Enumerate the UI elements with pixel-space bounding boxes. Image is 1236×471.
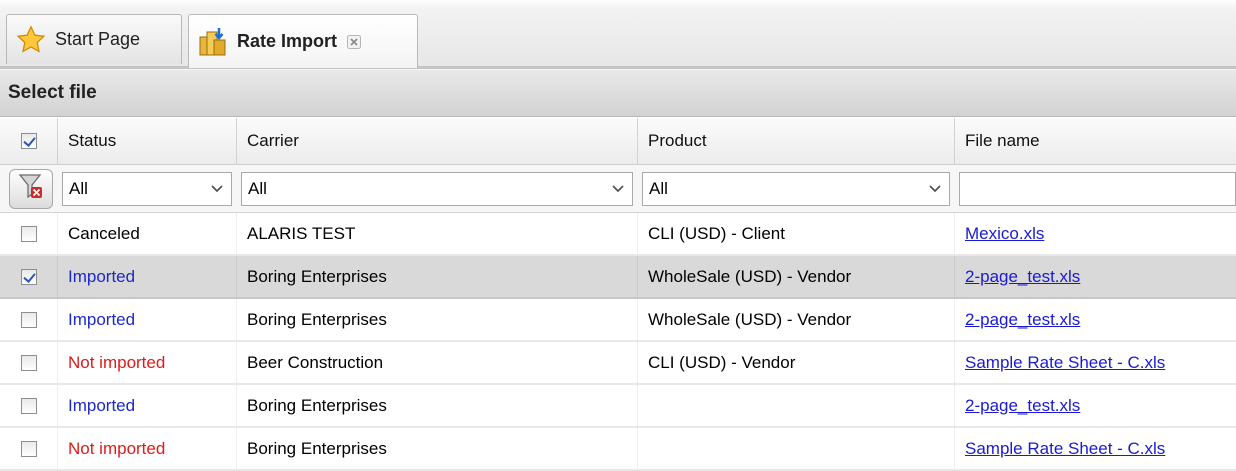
file-name-cell: 2-page_test.xls	[955, 299, 1236, 340]
status-filter-cell: All	[58, 165, 237, 212]
row-checkbox-cell	[0, 256, 58, 297]
carrier-cell: Boring Enterprises	[237, 299, 638, 340]
product-cell: CLI (USD) - Vendor	[638, 342, 955, 383]
tab-start-page[interactable]: Start Page	[6, 14, 182, 64]
filter-button-cell	[0, 165, 58, 212]
product-cell: CLI (USD) - Client	[638, 213, 955, 254]
carrier-filter-cell: All	[237, 165, 638, 212]
file-name-cell: Sample Rate Sheet - C.xls	[955, 342, 1236, 383]
status-cell: Not imported	[58, 342, 237, 383]
select-all-checkbox[interactable]	[20, 133, 37, 149]
status-filter-select[interactable]: All	[62, 171, 232, 206]
star-icon	[13, 22, 49, 58]
file-link[interactable]: Sample Rate Sheet - C.xls	[965, 439, 1165, 459]
status-filter-value: All	[69, 178, 88, 198]
section-title: Select file	[8, 82, 97, 103]
product-filter-select[interactable]: All	[642, 171, 950, 206]
chevron-down-icon[interactable]	[604, 173, 632, 205]
tab-strip: Start Page Rate Import	[0, 0, 1236, 69]
chevron-down-icon[interactable]	[203, 173, 231, 205]
product-cell: WholeSale (USD) - Vendor	[638, 299, 955, 340]
status-cell: Imported	[58, 385, 237, 426]
file-name-filter-input[interactable]	[959, 171, 1236, 206]
carrier-cell: Boring Enterprises	[237, 428, 638, 469]
carrier-cell: Boring Enterprises	[237, 256, 638, 297]
file-link[interactable]: Sample Rate Sheet - C.xls	[965, 353, 1165, 373]
product-cell	[638, 385, 955, 426]
file-name-cell: 2-page_test.xls	[955, 256, 1236, 297]
tab-label: Rate Import	[237, 31, 338, 51]
file-link[interactable]: 2-page_test.xls	[965, 396, 1080, 416]
row-checkbox[interactable]	[20, 354, 37, 371]
clear-filter-button[interactable]	[9, 168, 53, 209]
row-checkbox-cell	[0, 213, 58, 254]
chevron-down-icon[interactable]	[921, 173, 949, 205]
tab-label: Start Page	[55, 29, 141, 49]
table-row[interactable]: Not imported Beer Construction CLI (USD)…	[0, 342, 1236, 385]
file-grid: Status Carrier Product File name All All…	[0, 118, 1236, 471]
row-checkbox[interactable]	[20, 268, 37, 285]
carrier-cell: Boring Enterprises	[237, 385, 638, 426]
grid-header-row: Status Carrier Product File name	[0, 118, 1236, 165]
file-link[interactable]: 2-page_test.xls	[965, 267, 1080, 287]
status-cell: Not imported	[58, 428, 237, 469]
import-icon	[195, 24, 231, 60]
column-header-carrier[interactable]: Carrier	[237, 118, 638, 164]
row-checkbox-cell	[0, 428, 58, 469]
row-checkbox-cell	[0, 342, 58, 383]
tab-rate-import[interactable]: Rate Import	[188, 14, 418, 68]
row-checkbox[interactable]	[20, 440, 37, 457]
table-row[interactable]: Imported Boring Enterprises 2-page_test.…	[0, 385, 1236, 428]
carrier-filter-select[interactable]: All	[241, 171, 633, 206]
section-header: Select file	[0, 69, 1236, 117]
table-row[interactable]: Canceled ALARIS TEST CLI (USD) - Client …	[0, 213, 1236, 256]
grid-filter-row: All All All	[0, 165, 1236, 213]
status-cell: Imported	[58, 299, 237, 340]
product-filter-cell: All	[638, 165, 955, 212]
carrier-cell: ALARIS TEST	[237, 213, 638, 254]
select-all-cell	[0, 118, 58, 164]
row-checkbox[interactable]	[20, 311, 37, 328]
product-filter-value: All	[649, 178, 668, 198]
file-name-cell: Mexico.xls	[955, 213, 1236, 254]
column-header-file-name[interactable]: File name	[955, 118, 1236, 164]
file-name-cell: 2-page_test.xls	[955, 385, 1236, 426]
row-checkbox-cell	[0, 299, 58, 340]
table-row[interactable]: Imported Boring Enterprises WholeSale (U…	[0, 299, 1236, 342]
file-name-cell: Sample Rate Sheet - C.xls	[955, 428, 1236, 469]
file-name-filter-cell	[955, 165, 1236, 212]
column-header-status[interactable]: Status	[58, 118, 237, 164]
filter-clear-icon	[18, 172, 44, 205]
close-tab-icon[interactable]	[347, 34, 362, 49]
product-cell	[638, 428, 955, 469]
row-checkbox[interactable]	[20, 397, 37, 414]
status-cell: Canceled	[58, 213, 237, 254]
file-link[interactable]: Mexico.xls	[965, 224, 1044, 244]
table-row-selected[interactable]: Imported Boring Enterprises WholeSale (U…	[0, 256, 1236, 299]
carrier-cell: Beer Construction	[237, 342, 638, 383]
status-cell: Imported	[58, 256, 237, 297]
column-header-product[interactable]: Product	[638, 118, 955, 164]
carrier-filter-value: All	[248, 178, 267, 198]
row-checkbox-cell	[0, 385, 58, 426]
product-cell: WholeSale (USD) - Vendor	[638, 256, 955, 297]
row-checkbox[interactable]	[20, 225, 37, 242]
file-link[interactable]: 2-page_test.xls	[965, 310, 1080, 330]
